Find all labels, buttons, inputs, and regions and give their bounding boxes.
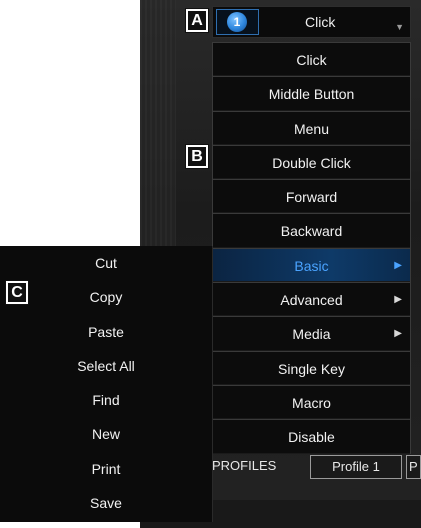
menu-item-double-click[interactable]: Double Click (213, 144, 410, 180)
submenu-item-print[interactable]: Print (0, 452, 212, 486)
menu-item-forward[interactable]: Forward (213, 179, 410, 214)
basic-submenu: Cut Copy Paste Select All Find New Print… (0, 246, 213, 522)
button-assignment-dropdown[interactable]: 1 Click ▼ (212, 6, 411, 38)
menu-item-advanced[interactable]: Advanced ▶ (213, 282, 410, 317)
button-number-box: 1 (216, 9, 259, 35)
menu-item-menu[interactable]: Menu (213, 110, 410, 145)
submenu-arrow-icon: ▶ (394, 328, 402, 340)
submenu-item-paste[interactable]: Paste (0, 315, 212, 349)
submenu-item-cut[interactable]: Cut (0, 246, 212, 280)
callout-c: C (5, 280, 29, 305)
submenu-item-new[interactable]: New (0, 417, 212, 451)
submenu-arrow-icon: ▶ (394, 259, 402, 271)
callout-b: B (185, 144, 209, 169)
menu-item-disable[interactable]: Disable (213, 419, 410, 454)
menu-item-click[interactable]: Click (213, 42, 410, 77)
menu-item-backward[interactable]: Backward (213, 213, 410, 248)
profiles-label: PROFILES (212, 458, 277, 473)
menu-item-macro[interactable]: Macro (213, 384, 410, 420)
menu-item-media[interactable]: Media ▶ (213, 316, 410, 351)
profile-tab-1[interactable]: Profile 1 (310, 455, 402, 479)
callout-a: A (185, 8, 209, 33)
menu-item-single-key[interactable]: Single Key (213, 350, 410, 385)
submenu-item-copy[interactable]: Copy (0, 280, 212, 314)
button-function-menu: Click Middle Button Menu Double Click Fo… (212, 42, 411, 454)
button-number-badge: 1 (227, 12, 247, 32)
menu-item-middle-button[interactable]: Middle Button (213, 76, 410, 111)
current-assignment-label: Click (305, 14, 336, 30)
profile-tab-next[interactable]: P (406, 455, 421, 479)
dropdown-arrow-icon: ▼ (395, 22, 404, 32)
menu-item-basic[interactable]: Basic ▶ (213, 247, 410, 283)
profiles-strip: PROFILES Profile 1 P (212, 453, 421, 481)
submenu-item-save[interactable]: Save (0, 486, 212, 520)
submenu-arrow-icon: ▶ (394, 294, 402, 306)
submenu-item-find[interactable]: Find (0, 383, 212, 417)
submenu-item-select-all[interactable]: Select All (0, 349, 212, 383)
